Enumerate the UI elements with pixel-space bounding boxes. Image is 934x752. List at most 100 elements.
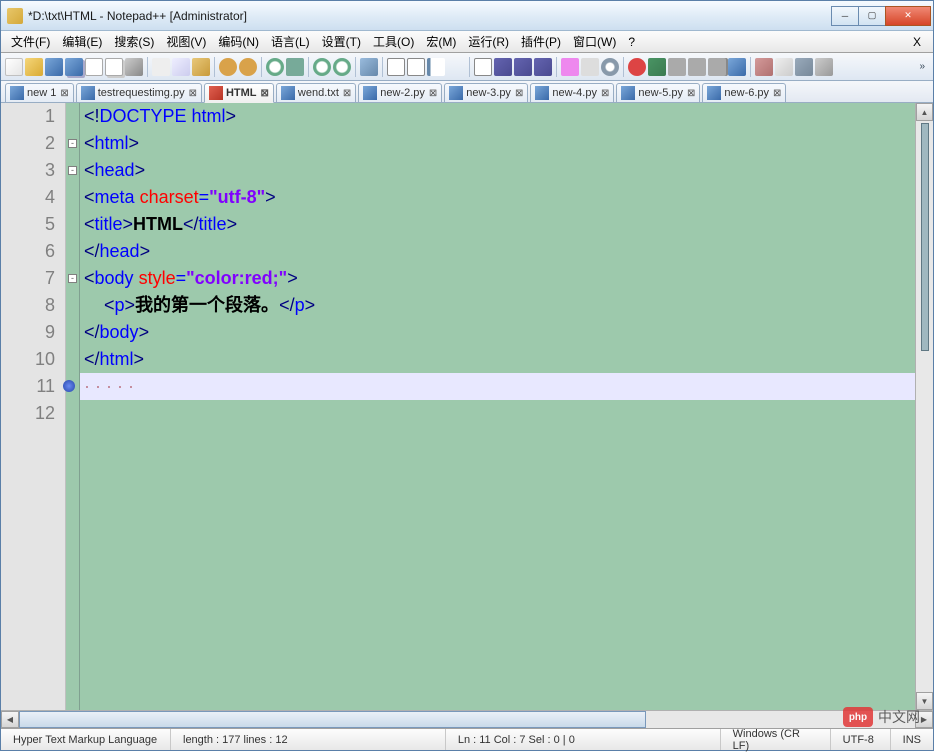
tab-close-icon[interactable]: ⊠ bbox=[429, 88, 437, 99]
titlebar[interactable]: *D:\txt\HTML - Notepad++ [Administrator]… bbox=[1, 1, 933, 31]
line-number[interactable]: 12 bbox=[1, 400, 65, 427]
scroll-up-button[interactable]: ▲ bbox=[916, 103, 933, 121]
hscroll-thumb[interactable] bbox=[19, 711, 646, 728]
tab-html[interactable]: HTML⊠ bbox=[204, 83, 274, 103]
status-eol[interactable]: Windows (CR LF) bbox=[721, 729, 831, 750]
menu-tools[interactable]: 工具(O) bbox=[367, 31, 420, 52]
word-wrap-icon[interactable] bbox=[387, 58, 405, 76]
fold-cell[interactable] bbox=[66, 211, 79, 238]
line-number[interactable]: 5 bbox=[1, 211, 65, 238]
fold-column[interactable]: - - - bbox=[66, 103, 80, 710]
line-number[interactable]: 4 bbox=[1, 184, 65, 211]
line-number[interactable]: 7 bbox=[1, 265, 65, 292]
minimize-button[interactable]: ─ bbox=[831, 6, 859, 26]
zoom-out-icon[interactable] bbox=[333, 58, 351, 76]
code-line[interactable]: <html> bbox=[80, 130, 915, 157]
fold-cell[interactable] bbox=[66, 238, 79, 265]
maximize-button[interactable]: ▢ bbox=[858, 6, 886, 26]
code-line[interactable]: <title>HTML</title> bbox=[80, 211, 915, 238]
fold-cell[interactable] bbox=[66, 103, 79, 130]
new-file-icon[interactable] bbox=[5, 58, 23, 76]
fold-cell[interactable]: - bbox=[66, 265, 79, 292]
stop-macro-icon[interactable] bbox=[648, 58, 666, 76]
zoom-in-icon[interactable] bbox=[313, 58, 331, 76]
fold-toggle-icon[interactable]: - bbox=[68, 139, 77, 148]
fold-cell[interactable] bbox=[66, 319, 79, 346]
tab-close-icon[interactable]: ⊠ bbox=[189, 88, 197, 99]
play-macro-multi-icon[interactable] bbox=[688, 58, 706, 76]
line-number[interactable]: 9 bbox=[1, 319, 65, 346]
fold-cell[interactable]: - bbox=[66, 157, 79, 184]
menu-view[interactable]: 视图(V) bbox=[160, 31, 212, 52]
menu-plugins[interactable]: 插件(P) bbox=[515, 31, 567, 52]
tab-new-1[interactable]: new 1⊠ bbox=[5, 83, 74, 103]
folder-workspace-icon[interactable] bbox=[561, 58, 579, 76]
line-number[interactable]: 6 bbox=[1, 238, 65, 265]
plugin-icon-2[interactable] bbox=[775, 58, 793, 76]
menu-run[interactable]: 运行(R) bbox=[462, 31, 515, 52]
redo-icon[interactable] bbox=[239, 58, 257, 76]
menu-search[interactable]: 搜索(S) bbox=[108, 31, 160, 52]
monitor-icon[interactable] bbox=[581, 58, 599, 76]
save-macro-icon[interactable] bbox=[728, 58, 746, 76]
function-list-icon[interactable] bbox=[534, 58, 552, 76]
vertical-scrollbar[interactable]: ▲ ▼ bbox=[915, 103, 933, 710]
code-line[interactable]: <meta charset="utf-8"> bbox=[80, 184, 915, 211]
indent-guide-icon[interactable] bbox=[427, 58, 445, 76]
tab-new-6-py[interactable]: new-6.py⊠ bbox=[702, 83, 786, 103]
code-line[interactable]: · · · · · bbox=[80, 373, 915, 400]
tab-close-icon[interactable]: ⊠ bbox=[60, 88, 68, 99]
scroll-left-button[interactable]: ◀ bbox=[1, 711, 19, 728]
menu-file[interactable]: 文件(F) bbox=[5, 31, 56, 52]
tab-new-2-py[interactable]: new-2.py⊠ bbox=[358, 83, 442, 103]
fold-cell[interactable] bbox=[66, 346, 79, 373]
menu-edit[interactable]: 编辑(E) bbox=[56, 31, 108, 52]
tab-close-icon[interactable]: ⊠ bbox=[773, 88, 781, 99]
code-line[interactable]: <!DOCTYPE html> bbox=[80, 103, 915, 130]
status-language[interactable]: Hyper Text Markup Language bbox=[1, 729, 171, 750]
show-chars-icon[interactable] bbox=[407, 58, 425, 76]
tab-new-5-py[interactable]: new-5.py⊠ bbox=[616, 83, 700, 103]
scroll-track[interactable] bbox=[916, 121, 933, 692]
find-icon[interactable] bbox=[266, 58, 284, 76]
plugin-icon-4[interactable] bbox=[815, 58, 833, 76]
undo-icon[interactable] bbox=[219, 58, 237, 76]
toolbar-overflow-icon[interactable]: » bbox=[915, 61, 929, 72]
code-line[interactable]: <head> bbox=[80, 157, 915, 184]
close-file-icon[interactable] bbox=[85, 58, 103, 76]
tab-new-3-py[interactable]: new-3.py⊠ bbox=[444, 83, 528, 103]
code-line[interactable]: <p>我的第一个段落。</p> bbox=[80, 292, 915, 319]
line-number-gutter[interactable]: 123456789101112 bbox=[1, 103, 66, 710]
save-icon[interactable] bbox=[45, 58, 63, 76]
open-file-icon[interactable] bbox=[25, 58, 43, 76]
replace-icon[interactable] bbox=[286, 58, 304, 76]
print-icon[interactable] bbox=[125, 58, 143, 76]
line-number[interactable]: 10 bbox=[1, 346, 65, 373]
line-number[interactable]: 1 bbox=[1, 103, 65, 130]
user-lang-icon[interactable] bbox=[447, 58, 465, 76]
menu-language[interactable]: 语言(L) bbox=[265, 31, 316, 52]
paste-icon[interactable] bbox=[192, 58, 210, 76]
scroll-right-button[interactable]: ▶ bbox=[915, 711, 933, 728]
plugin-icon-1[interactable] bbox=[755, 58, 773, 76]
menu-window[interactable]: 窗口(W) bbox=[567, 31, 622, 52]
status-insert-mode[interactable]: INS bbox=[891, 729, 933, 750]
code-line[interactable]: </html> bbox=[80, 346, 915, 373]
save-all-icon[interactable] bbox=[65, 58, 83, 76]
fold-cell[interactable] bbox=[66, 292, 79, 319]
code-line[interactable]: </head> bbox=[80, 238, 915, 265]
play-macro-icon[interactable] bbox=[668, 58, 686, 76]
scroll-down-button[interactable]: ▼ bbox=[916, 692, 933, 710]
hscroll-track[interactable] bbox=[19, 711, 915, 728]
menu-help[interactable]: ? bbox=[622, 33, 641, 51]
menu-encoding[interactable]: 编码(N) bbox=[212, 31, 265, 52]
menu-settings[interactable]: 设置(T) bbox=[316, 31, 367, 52]
run-macro-icon[interactable] bbox=[708, 58, 726, 76]
tab-new-4-py[interactable]: new-4.py⊠ bbox=[530, 83, 614, 103]
fold-cell[interactable]: - bbox=[66, 130, 79, 157]
line-number[interactable]: 3 bbox=[1, 157, 65, 184]
horizontal-scrollbar[interactable]: ◀ ▶ bbox=[1, 710, 933, 728]
code-line[interactable]: </body> bbox=[80, 319, 915, 346]
copy-icon[interactable] bbox=[172, 58, 190, 76]
record-macro-icon[interactable] bbox=[628, 58, 646, 76]
